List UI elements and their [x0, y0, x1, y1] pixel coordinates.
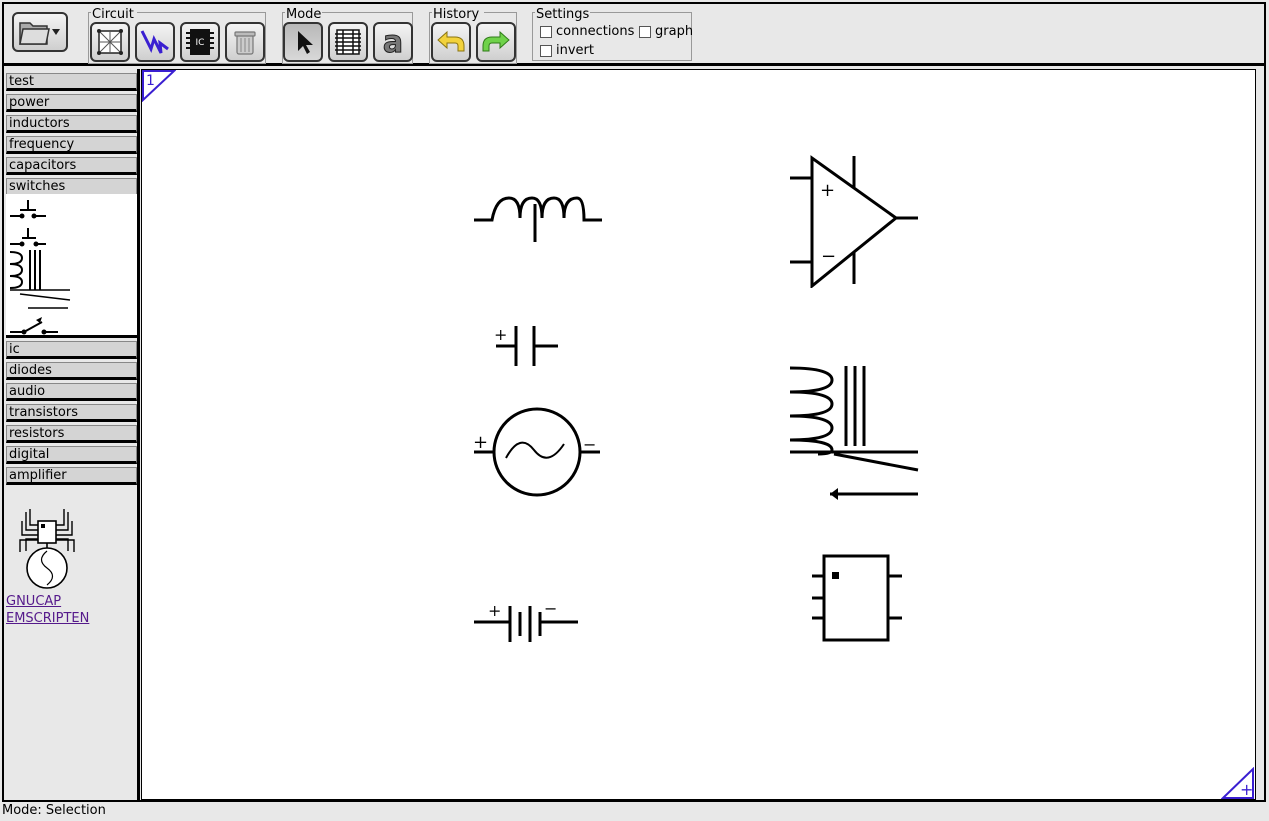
svg-text:+: +	[488, 601, 501, 620]
mode-group-title: Mode	[285, 7, 323, 22]
category-ic[interactable]: ic	[6, 341, 137, 359]
svg-text:+: +	[820, 180, 835, 201]
trash-icon	[234, 31, 256, 55]
battery-symbol[interactable]: + −	[472, 600, 582, 646]
svg-text:−: −	[583, 435, 596, 454]
invert-label: invert	[556, 43, 594, 58]
app-logo-icon	[19, 509, 75, 589]
plus-icon: +	[1240, 780, 1253, 799]
category-inductors[interactable]: inductors	[6, 115, 137, 133]
emscripten-link[interactable]: EMSCRIPTEN	[6, 611, 89, 626]
svg-text:+: +	[494, 325, 507, 344]
invert-checkbox[interactable]	[540, 44, 552, 57]
graph-label: graph	[655, 24, 694, 39]
new-circuit-button[interactable]	[90, 22, 130, 62]
add-page-button[interactable]: +	[1221, 767, 1255, 799]
connections-checkbox[interactable]	[540, 25, 552, 38]
wires-icon	[335, 29, 361, 55]
graph-setting[interactable]: graph	[639, 24, 693, 39]
redo-button[interactable]	[476, 22, 516, 62]
new-schematic-icon	[97, 29, 123, 55]
arrow-pointer-icon	[298, 31, 313, 54]
category-transistors[interactable]: transistors	[6, 404, 137, 422]
ac-voltage-source-symbol[interactable]: + −	[472, 406, 604, 498]
connections-setting[interactable]: connections	[540, 24, 634, 39]
folder-dropdown-icon	[19, 22, 60, 45]
op-amp-symbol[interactable]: + −	[788, 154, 922, 288]
simulate-button[interactable]	[135, 22, 175, 62]
relay-symbol[interactable]	[788, 362, 922, 502]
svg-text:+: +	[473, 432, 488, 453]
svg-text:a: a	[383, 27, 403, 57]
category-digital[interactable]: digital	[6, 446, 137, 464]
polarized-capacitor-symbol[interactable]: +	[494, 322, 560, 368]
delete-button[interactable]	[225, 22, 265, 62]
undo-arrow-icon	[437, 30, 465, 52]
inductor-symbol[interactable]	[472, 190, 604, 246]
category-capacitors[interactable]: capacitors	[6, 157, 137, 175]
category-resistors[interactable]: resistors	[6, 425, 137, 443]
pushbutton-nc-icon[interactable]	[8, 226, 54, 248]
category-diodes[interactable]: diodes	[6, 362, 137, 380]
category-power[interactable]: power	[6, 94, 137, 112]
invert-setting[interactable]: invert	[540, 43, 594, 58]
text-mode-button[interactable]: a	[373, 22, 413, 62]
circuit-group-title: Circuit	[91, 7, 135, 22]
page-tab[interactable]: 1	[142, 70, 176, 102]
file-menu-button[interactable]	[12, 12, 68, 52]
gnucap-link[interactable]: GNUCAP	[6, 594, 61, 609]
relay-icon[interactable]	[8, 248, 72, 310]
pushbutton-no-icon[interactable]	[8, 196, 54, 222]
settings-group-title: Settings	[535, 7, 591, 22]
graph-checkbox[interactable]	[639, 25, 651, 38]
svg-text:−: −	[821, 246, 836, 267]
app-frame: Circuit IC Mode a History Settings conne…	[2, 2, 1266, 802]
svg-text:−: −	[544, 600, 557, 618]
category-frequency[interactable]: frequency	[6, 136, 137, 154]
toggle-switch-icon[interactable]	[8, 314, 60, 336]
undo-button[interactable]	[431, 22, 471, 62]
connections-label: connections	[556, 24, 635, 39]
text-a-icon: a	[382, 27, 403, 57]
ic-subcircuit-button[interactable]: IC	[180, 22, 220, 62]
status-bar: Mode: Selection	[2, 803, 106, 818]
ic-chip-symbol[interactable]	[810, 554, 906, 646]
category-amplifier[interactable]: amplifier	[6, 467, 137, 485]
category-test[interactable]: test	[6, 73, 137, 91]
component-sidebar: test power inductors frequency capacitor…	[4, 69, 140, 800]
toolbar: Circuit IC Mode a History Settings conne…	[4, 4, 1264, 66]
history-group-title: History	[432, 7, 481, 22]
schematic-canvas[interactable]: 1 + − + + − + − +	[141, 69, 1256, 800]
lightning-icon	[140, 30, 169, 54]
category-audio[interactable]: audio	[6, 383, 137, 401]
svg-text:IC: IC	[196, 38, 205, 48]
switches-panel	[6, 194, 137, 338]
ic-chip-icon: IC	[186, 29, 214, 55]
select-mode-button[interactable]	[283, 22, 323, 62]
wire-mode-button[interactable]	[328, 22, 368, 62]
redo-arrow-icon	[482, 30, 510, 52]
page-number: 1	[146, 73, 155, 89]
